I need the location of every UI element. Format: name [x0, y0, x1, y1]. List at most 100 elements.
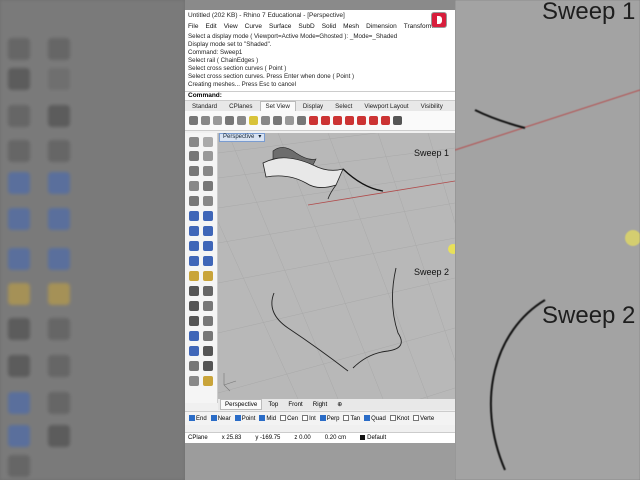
osnap-end[interactable]: End	[189, 415, 207, 422]
pan-icon[interactable]	[189, 116, 198, 125]
revolve-icon[interactable]	[189, 256, 199, 266]
tab-standard[interactable]: Standard	[187, 102, 222, 111]
history-line: Command: Sweep1	[188, 49, 243, 56]
add-viewport-icon[interactable]: ⊕	[333, 400, 346, 409]
viewport-grid	[218, 133, 455, 399]
box-icon[interactable]	[189, 226, 199, 236]
tab-select[interactable]: Select	[330, 102, 357, 111]
transform-icon[interactable]	[189, 271, 199, 281]
tab-set-view[interactable]: Set View	[259, 101, 296, 111]
check-icon[interactable]	[203, 361, 213, 371]
menu-mesh[interactable]: Mesh	[343, 23, 359, 30]
zoom-icon[interactable]	[213, 116, 222, 125]
chevron-down-icon[interactable]: ▾	[258, 134, 261, 141]
blurred-bottom-strip	[185, 443, 455, 480]
point-icon[interactable]	[203, 137, 213, 147]
block-icon[interactable]	[189, 361, 199, 371]
menu-solid[interactable]: Solid	[322, 23, 336, 30]
osnap-int[interactable]: Int	[302, 415, 316, 422]
extrude-icon[interactable]	[203, 211, 213, 221]
tab-viewport-layout[interactable]: Viewport Layout	[359, 102, 413, 111]
front-car-icon[interactable]	[333, 116, 342, 125]
perspective-car-icon[interactable]	[309, 116, 318, 125]
command-prompt[interactable]: Command:	[185, 91, 455, 100]
osnap-perp[interactable]: Perp	[319, 415, 339, 422]
fillet-icon[interactable]	[203, 196, 213, 206]
viewport-name: Perspective	[223, 134, 255, 140]
menu-view[interactable]: View	[224, 23, 238, 30]
checkbox-icon	[389, 415, 396, 421]
dimension-icon[interactable]	[203, 346, 213, 356]
status-bar: CPlane x 25.83 y -169.75 z 0.00 0.20 cm …	[185, 432, 455, 443]
group-icon[interactable]	[203, 331, 213, 341]
top-car-icon[interactable]	[321, 116, 330, 125]
menu-curve[interactable]: Curve	[245, 23, 262, 30]
redo-view-icon[interactable]	[285, 116, 294, 125]
surface-icon[interactable]	[189, 211, 199, 221]
tab-cplanes[interactable]: CPlanes	[224, 102, 257, 111]
join-icon[interactable]	[189, 301, 199, 311]
menu-file[interactable]: File	[188, 23, 198, 30]
polyline-icon[interactable]	[189, 151, 199, 161]
sphere-icon[interactable]	[203, 226, 213, 236]
line-icon[interactable]	[203, 151, 213, 161]
tab-visibility[interactable]: Visibility	[416, 102, 448, 111]
current-layer[interactable]: Default	[360, 435, 400, 441]
split-icon[interactable]	[189, 316, 199, 326]
zoom-selected-icon[interactable]	[261, 116, 270, 125]
menu-edit[interactable]: Edit	[205, 23, 216, 30]
light-icon[interactable]	[203, 376, 213, 386]
trim-icon[interactable]	[203, 301, 213, 311]
named-view-icon[interactable]	[393, 116, 402, 125]
checkbox-icon	[259, 415, 266, 421]
menu-dimension[interactable]: Dimension	[366, 23, 397, 30]
viewport-title-tab[interactable]: Perspective ▾	[219, 133, 266, 142]
circle-icon[interactable]	[189, 166, 199, 176]
menu-transform[interactable]: Transform	[404, 23, 433, 30]
left-car-icon[interactable]	[381, 116, 390, 125]
select-icon[interactable]	[189, 137, 199, 147]
rectangle-icon[interactable]	[203, 181, 213, 191]
mesh-icon[interactable]	[189, 241, 199, 251]
perspective-viewport[interactable]: Perspective ▾ Sweep 1 Sweep 2	[218, 133, 455, 399]
arc-icon[interactable]	[203, 166, 213, 176]
tab-perspective[interactable]: Perspective	[220, 399, 263, 410]
curve-icon[interactable]	[189, 181, 199, 191]
tab-display[interactable]: Display	[298, 102, 328, 111]
explode-icon[interactable]	[203, 271, 213, 281]
osnap-tan[interactable]: Tan	[343, 415, 360, 422]
render-icon[interactable]	[189, 376, 199, 386]
right-car-icon[interactable]	[345, 116, 354, 125]
zoom-extents-icon[interactable]	[249, 116, 258, 125]
undo-view-icon[interactable]	[273, 116, 282, 125]
osnap-mid[interactable]: Mid	[259, 415, 276, 422]
osnap-point[interactable]: Point	[234, 415, 255, 422]
points-on-icon[interactable]	[203, 316, 213, 326]
zoom-window-icon[interactable]	[237, 116, 246, 125]
bottom-car-icon[interactable]	[357, 116, 366, 125]
four-view-icon[interactable]	[297, 116, 306, 125]
menu-subd[interactable]: SubD	[298, 23, 314, 30]
tab-transform[interactable]: Tr	[450, 102, 456, 111]
back-car-icon[interactable]	[369, 116, 378, 125]
tab-top[interactable]: Top	[264, 400, 282, 409]
tab-front[interactable]: Front	[284, 400, 306, 409]
rotate-view-icon[interactable]	[201, 116, 210, 125]
menu-surface[interactable]: Surface	[269, 23, 291, 30]
move-icon[interactable]	[189, 286, 199, 296]
osnap-cen[interactable]: Cen	[280, 415, 298, 422]
subd-icon[interactable]	[203, 241, 213, 251]
osnap-knot[interactable]: Knot	[389, 415, 409, 422]
osnap-quad[interactable]: Quad	[364, 415, 386, 422]
osnap-near[interactable]: Near	[210, 415, 231, 422]
tab-right[interactable]: Right	[309, 400, 331, 409]
rotate-icon[interactable]	[225, 116, 234, 125]
boolean-union-icon[interactable]	[189, 331, 199, 341]
cplane-label[interactable]: CPlane	[188, 435, 208, 441]
left-toolbar	[185, 133, 218, 403]
copy-icon[interactable]	[203, 286, 213, 296]
osnap-vertex[interactable]: Verte	[413, 415, 434, 422]
sweep-icon[interactable]	[203, 256, 213, 266]
polygon-icon[interactable]	[189, 196, 199, 206]
analyze-icon[interactable]	[189, 346, 199, 356]
